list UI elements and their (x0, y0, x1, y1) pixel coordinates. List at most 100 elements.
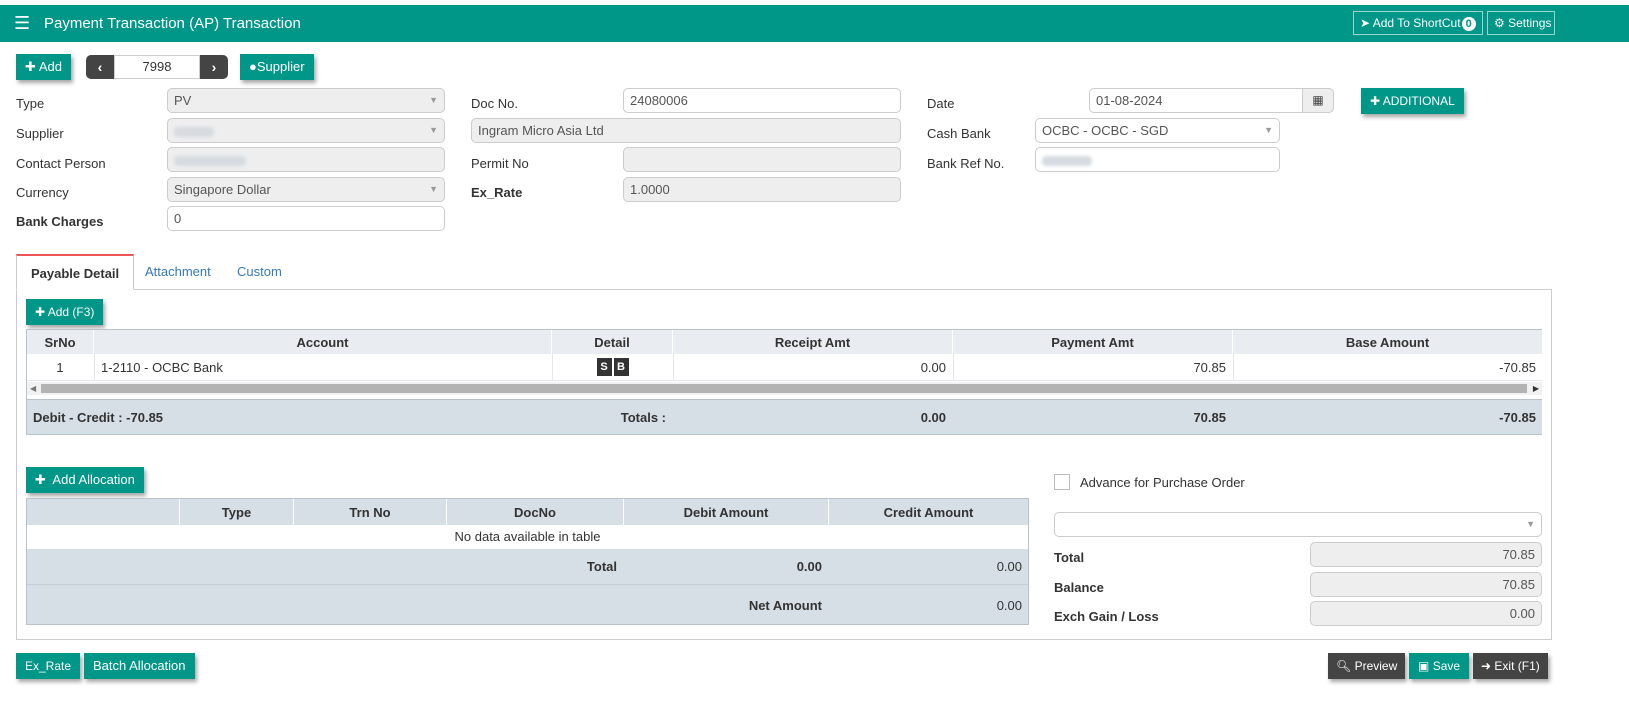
column-header-docno[interactable]: DocNo (447, 499, 623, 525)
supplier-select[interactable]: ▼ (167, 118, 445, 143)
debit-credit-text: Debit - Credit : -70.85 (33, 409, 164, 425)
summary-total-value: 70.85 (1310, 542, 1542, 567)
type-label: Type (16, 96, 45, 111)
doc-no-input[interactable]: 24080006 (623, 88, 901, 113)
add-allocation-button[interactable]: ✚ Add Allocation (26, 467, 144, 493)
user-icon: ● (249, 59, 257, 74)
payable-grid-footer: Debit - Credit : -70.85 Totals : 0.00 70… (27, 399, 1542, 434)
caret-down-icon: ▼ (429, 125, 438, 135)
additional-button[interactable]: ✚ ADDITIONAL (1361, 88, 1464, 114)
allocation-total-row: Total 0.00 0.00 (27, 549, 1028, 585)
caret-down-icon: ▼ (429, 95, 438, 105)
redacted-text (174, 155, 246, 166)
date-label: Date (927, 96, 955, 111)
column-header-base-amount[interactable]: Base Amount (1233, 330, 1542, 354)
scroll-right-icon[interactable]: ▶ (1533, 382, 1539, 395)
add-button[interactable]: ✚ Add (16, 54, 71, 80)
column-header-srno[interactable]: SrNo (27, 330, 93, 354)
empty-table-message: No data available in table (27, 525, 1028, 549)
next-record-button[interactable]: › (200, 55, 228, 79)
bank-charges-label: Bank Charges (16, 214, 104, 229)
base-total: -70.85 (1499, 409, 1536, 425)
allocation-debit-total: 0.00 (796, 559, 822, 574)
exch-gain-loss-label: Exch Gain / Loss (1054, 609, 1159, 624)
currency-select[interactable]: Singapore Dollar ▼ (167, 177, 445, 202)
bank-charges-input[interactable]: 0 (167, 206, 445, 231)
cash-bank-label: Cash Bank (927, 126, 991, 141)
save-button[interactable]: ▣ Save (1409, 653, 1470, 679)
purchase-order-select[interactable]: ▼ (1054, 512, 1542, 537)
ex-rate-button[interactable]: Ex_Rate (16, 653, 81, 679)
row-detail: SB (552, 354, 672, 380)
horizontal-scrollbar[interactable]: ◀ ▶ (27, 382, 1542, 395)
column-header-payment-amt[interactable]: Payment Amt (953, 330, 1232, 354)
permit-no-label: Permit No (471, 156, 529, 171)
date-input[interactable]: 01-08-2024 (1089, 88, 1303, 113)
redacted-text (1042, 155, 1092, 166)
caret-down-icon: ▼ (1264, 125, 1273, 135)
serial-detail-button[interactable]: S (596, 358, 612, 376)
supplier-label: Supplier (16, 126, 64, 141)
column-header-credit-amount[interactable]: Credit Amount (829, 499, 1028, 525)
bank-ref-no-label: Bank Ref No. (927, 156, 1005, 171)
supplier-name-field: Ingram Micro Asia Ltd (471, 118, 901, 143)
net-amount-label: Net Amount (748, 597, 822, 613)
batch-detail-button[interactable]: B (613, 358, 629, 376)
page-title: Payment Transaction (AP) Transaction (44, 15, 301, 32)
row-base-amount: -70.85 (1233, 354, 1542, 380)
column-header-trn-no[interactable]: Trn No (294, 499, 446, 525)
ex-rate-field: 1.0000 (623, 177, 901, 202)
doc-no-label: Doc No. (471, 96, 518, 111)
previous-record-button[interactable]: ‹ (86, 55, 114, 79)
column-header-debit-amount[interactable]: Debit Amount (624, 499, 828, 525)
scroll-left-icon[interactable]: ◀ (30, 382, 36, 395)
sign-out-icon: ➜ (1481, 659, 1492, 673)
hamburger-menu-icon[interactable]: ☰ (14, 14, 30, 32)
floppy-disk-icon: ▣ (1418, 659, 1430, 673)
advance-po-checkbox[interactable] (1054, 474, 1070, 490)
tab-attachment[interactable]: Attachment (131, 254, 225, 290)
chevron-right-icon: › (211, 59, 217, 75)
contact-person-field (167, 147, 445, 172)
scrollbar-thumb[interactable] (41, 384, 1527, 393)
tab-custom[interactable]: Custom (223, 254, 296, 290)
totals-label: Totals : (620, 409, 666, 425)
allocation-grid-header: Type Trn No DocNo Debit Amount Credit Am… (27, 499, 1028, 525)
search-icon: 🔍︎ (1336, 659, 1352, 673)
ex-rate-label: Ex_Rate (471, 185, 523, 200)
row-receipt-amt[interactable]: 0.00 (673, 354, 952, 380)
summary-balance-label: Balance (1054, 580, 1104, 595)
bank-ref-no-input[interactable] (1035, 147, 1280, 172)
table-row[interactable]: 1 1-2110 - OCBC Bank SB 0.00 70.85 -70.8… (27, 354, 1542, 381)
add-f3-button[interactable]: ✚ Add (F3) (26, 299, 104, 325)
summary-balance-value: 70.85 (1310, 572, 1542, 597)
exit-button[interactable]: ➜ Exit (F1) (1473, 653, 1548, 679)
batch-allocation-button[interactable]: Batch Allocation (84, 653, 195, 679)
gear-icon: ⚙ (1494, 16, 1505, 30)
preview-button[interactable]: 🔍︎ Preview (1328, 653, 1406, 679)
payment-total: 70.85 (1193, 409, 1226, 425)
calendar-icon[interactable]: ▦ (1302, 88, 1334, 113)
column-header-receipt-amt[interactable]: Receipt Amt (673, 330, 952, 354)
row-payment-amt[interactable]: 70.85 (953, 354, 1232, 380)
allocation-grid: Type Trn No DocNo Debit Amount Credit Am… (26, 498, 1029, 625)
settings-button[interactable]: ⚙ Settings (1487, 11, 1555, 35)
caret-down-icon: ▼ (1526, 519, 1535, 529)
column-header-type[interactable]: Type (180, 499, 293, 525)
column-header-account[interactable]: Account (94, 330, 551, 354)
tab-payable-detail[interactable]: Payable Detail (16, 254, 135, 290)
add-to-shortcut-button[interactable]: ➤ Add To ShortCut 0 (1353, 11, 1483, 35)
column-header-detail[interactable]: Detail (552, 330, 672, 354)
caret-down-icon: ▼ (429, 184, 438, 194)
receipt-total: 0.00 (920, 409, 946, 425)
record-number-input[interactable]: 7998 (114, 55, 200, 79)
supplier-button[interactable]: ●Supplier (240, 54, 314, 80)
shortcut-count-badge: 0 (1461, 17, 1476, 31)
chevron-left-icon: ‹ (97, 59, 103, 75)
payable-grid-header: SrNo Account Detail Receipt Amt Payment … (27, 330, 1542, 354)
contact-person-label: Contact Person (16, 156, 106, 171)
plus-icon: ✚ (35, 305, 46, 319)
row-account[interactable]: 1-2110 - OCBC Bank (94, 354, 551, 380)
cash-bank-select[interactable]: OCBC - OCBC - SGD ▼ (1035, 118, 1280, 143)
type-select[interactable]: PV ▼ (167, 88, 445, 113)
